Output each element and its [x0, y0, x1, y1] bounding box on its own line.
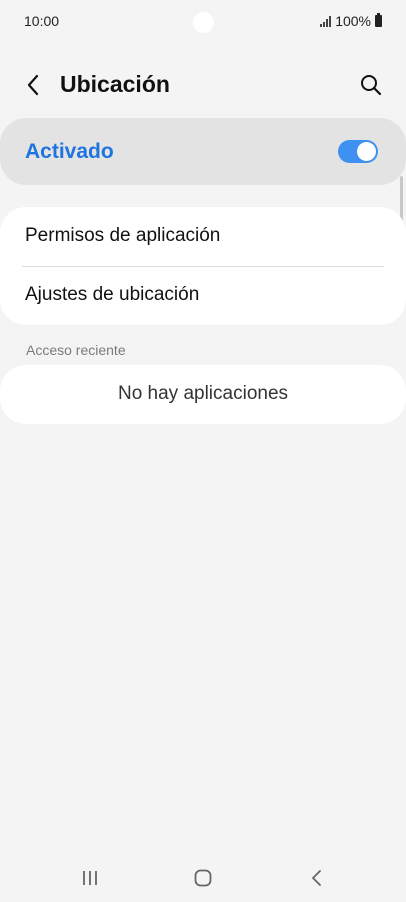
home-button[interactable]	[183, 862, 223, 894]
chevron-left-icon	[27, 74, 39, 96]
back-button[interactable]	[18, 70, 48, 100]
toggle-knob	[357, 142, 376, 161]
recent-apps-icon	[83, 871, 97, 885]
recent-access-card: No hay aplicaciones	[0, 365, 406, 424]
settings-item-label: Permisos de aplicación	[25, 225, 221, 246]
search-icon	[361, 75, 382, 96]
recent-apps-button[interactable]	[70, 862, 110, 894]
back-nav-button[interactable]	[297, 862, 337, 894]
battery-icon	[375, 13, 382, 27]
settings-item-location-settings[interactable]: Ajustes de ubicación	[0, 266, 406, 325]
location-toggle[interactable]	[338, 140, 378, 163]
status-time: 10:00	[24, 13, 60, 29]
section-header-recent-access: Acceso reciente	[26, 342, 126, 358]
home-icon	[194, 869, 212, 887]
settings-item-app-permissions[interactable]: Permisos de aplicación	[0, 207, 406, 267]
location-master-switch[interactable]: Activado	[0, 118, 406, 185]
status-bar: 10:00 100%	[0, 0, 406, 44]
search-button[interactable]	[356, 70, 386, 100]
app-bar: Ubicación	[0, 60, 406, 110]
settings-item-label: Ajustes de ubicación	[25, 284, 200, 305]
back-icon	[312, 870, 321, 886]
page-title: Ubicación	[60, 71, 170, 97]
battery-percentage: 100%	[335, 13, 371, 29]
empty-state-text: No hay aplicaciones	[117, 383, 289, 404]
signal-icon	[320, 15, 332, 27]
navigation-bar	[0, 856, 406, 902]
settings-card: Permisos de aplicación Ajustes de ubicac…	[0, 207, 406, 325]
master-switch-label: Activado	[25, 140, 114, 163]
camera-cutout	[193, 12, 214, 33]
status-indicators: 100%	[320, 13, 382, 29]
